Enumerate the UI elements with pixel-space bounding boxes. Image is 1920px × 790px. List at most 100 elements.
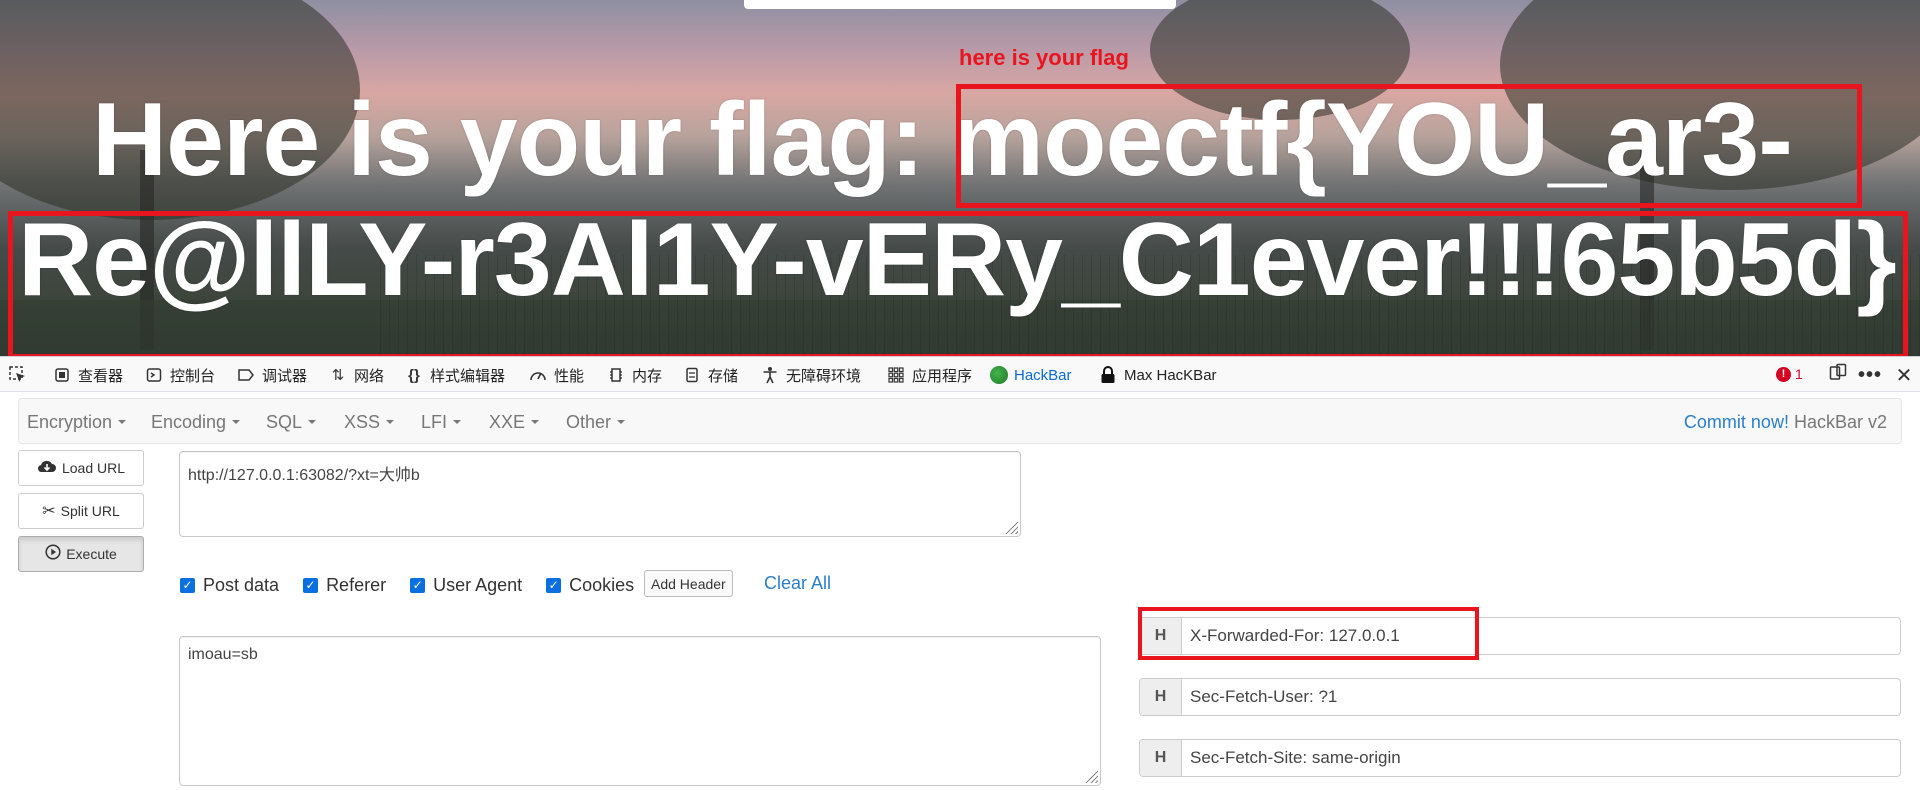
more-options-button[interactable]: ••• bbox=[1858, 363, 1882, 387]
split-url-button[interactable]: ✂ Split URL bbox=[18, 493, 144, 529]
menu-label: Encoding bbox=[151, 411, 227, 432]
close-icon: ✕ bbox=[1895, 364, 1913, 387]
request-options: ✓ Post data ✓ Referer ✓ User Agent ✓ Cookies bbox=[180, 572, 658, 598]
scissors-icon: ✂ bbox=[42, 503, 56, 520]
menu-label: LFI bbox=[421, 411, 448, 432]
resize-grip-icon[interactable] bbox=[1084, 769, 1098, 783]
red-highlight-box bbox=[956, 84, 1862, 208]
checkbox-label: Cookies bbox=[569, 574, 635, 595]
post-body-textarea[interactable]: imoau=sb bbox=[179, 636, 1101, 786]
hackbar-icon bbox=[990, 366, 1008, 384]
devtools-tab-inspector[interactable]: 查看器 bbox=[52, 357, 123, 393]
menu-label: XXE bbox=[489, 411, 526, 432]
tab-label: 内存 bbox=[632, 367, 663, 385]
post-body-value: imoau=sb bbox=[188, 646, 258, 663]
application-icon bbox=[886, 365, 906, 385]
tab-label: 存储 bbox=[708, 367, 739, 385]
referer-checkbox[interactable]: ✓ Referer bbox=[303, 575, 386, 596]
checkmark-icon: ✓ bbox=[303, 577, 319, 593]
caret-down-icon bbox=[118, 420, 127, 424]
error-icon: ! bbox=[1776, 366, 1791, 382]
devtools-tab-performance[interactable]: 性能 bbox=[528, 357, 584, 393]
tab-label: 网络 bbox=[354, 367, 385, 385]
element-picker-button[interactable] bbox=[8, 357, 28, 393]
checkmark-icon: ✓ bbox=[546, 577, 562, 593]
tab-label: 调试器 bbox=[262, 367, 308, 385]
devtools-tab-network[interactable]: ⇅ 网络 bbox=[328, 357, 384, 393]
memory-icon bbox=[606, 365, 626, 385]
error-count: 1 bbox=[1795, 366, 1803, 382]
hackbar-panel: Encryption Encoding SQL XSS LFI XXE Othe… bbox=[0, 392, 1920, 790]
storage-icon bbox=[682, 365, 702, 385]
menu-label: Other bbox=[566, 411, 612, 432]
menu-label: XSS bbox=[344, 411, 381, 432]
close-devtools-button[interactable]: ✕ bbox=[1892, 363, 1916, 387]
commit-now-link[interactable]: Commit now! bbox=[1684, 412, 1789, 433]
menu-xxe[interactable]: XXE bbox=[489, 399, 540, 445]
url-value: http://127.0.0.1:63082/?xt=大帅b bbox=[188, 467, 420, 484]
caret-down-icon bbox=[531, 420, 540, 424]
performance-icon bbox=[528, 365, 548, 385]
caret-down-icon bbox=[617, 420, 626, 424]
tab-label: 样式编辑器 bbox=[430, 367, 506, 385]
add-header-button[interactable]: Add Header bbox=[644, 570, 733, 597]
execute-button[interactable]: Execute bbox=[18, 536, 144, 572]
max-hackbar-icon bbox=[1098, 365, 1118, 385]
devtools-tab-debugger[interactable]: 调试器 bbox=[236, 357, 307, 393]
devtools-tab-style-editor[interactable]: {} 样式编辑器 bbox=[404, 357, 505, 393]
devtools-tab-max-hackbar[interactable]: Max HacKBar bbox=[1098, 357, 1217, 393]
play-circle-icon bbox=[45, 543, 61, 565]
devtools-tab-accessibility[interactable]: 无障碍环境 bbox=[760, 357, 861, 393]
caret-down-icon bbox=[232, 420, 241, 424]
tab-label: 无障碍环境 bbox=[786, 367, 862, 385]
page-top-element bbox=[744, 0, 1176, 9]
tab-label: 查看器 bbox=[78, 367, 124, 385]
devtools-tab-hackbar[interactable]: HackBar bbox=[990, 357, 1072, 393]
header-tag[interactable]: H bbox=[1140, 740, 1182, 776]
caret-down-icon bbox=[386, 420, 395, 424]
responsive-design-icon bbox=[1829, 363, 1847, 387]
caret-down-icon bbox=[453, 420, 462, 424]
tab-label: 控制台 bbox=[170, 367, 216, 385]
devtools-tab-console[interactable]: 控制台 bbox=[144, 357, 215, 393]
checkmark-icon: ✓ bbox=[410, 577, 426, 593]
menu-label: SQL bbox=[266, 411, 303, 432]
menu-xss[interactable]: XSS bbox=[344, 399, 395, 445]
tab-label: HackBar bbox=[1014, 366, 1072, 384]
header-value-input[interactable]: Sec-Fetch-User: ?1 bbox=[1182, 679, 1337, 715]
menu-encoding[interactable]: Encoding bbox=[151, 399, 241, 445]
cookies-checkbox[interactable]: ✓ Cookies bbox=[546, 575, 634, 596]
network-icon: ⇅ bbox=[331, 367, 345, 384]
accessibility-icon bbox=[760, 365, 780, 385]
devtools-tab-application[interactable]: 应用程序 bbox=[886, 357, 972, 393]
menu-other[interactable]: Other bbox=[566, 399, 626, 445]
load-url-button[interactable]: Load URL bbox=[18, 450, 144, 486]
devtools-tab-storage[interactable]: 存储 bbox=[682, 357, 738, 393]
tab-label: 性能 bbox=[554, 367, 585, 385]
cursor-picker-icon bbox=[8, 365, 28, 385]
clear-all-link[interactable]: Clear All bbox=[764, 573, 831, 594]
page-viewport: here is your flag Here is your flag: moe… bbox=[0, 0, 1920, 356]
hackbar-version: HackBar v2 bbox=[1793, 411, 1887, 432]
header-row: H Sec-Fetch-Site: same-origin bbox=[1139, 739, 1901, 777]
header-value-input[interactable]: Sec-Fetch-Site: same-origin bbox=[1182, 740, 1401, 776]
inspector-icon bbox=[52, 365, 72, 385]
post-data-checkbox[interactable]: ✓ Post data bbox=[180, 575, 279, 596]
menu-lfi[interactable]: LFI bbox=[421, 399, 462, 445]
error-count-badge[interactable]: ! 1 bbox=[1776, 366, 1803, 382]
devtools-tab-memory[interactable]: 内存 bbox=[606, 357, 662, 393]
menu-sql[interactable]: SQL bbox=[266, 399, 317, 445]
debugger-icon bbox=[236, 365, 256, 385]
menu-encryption[interactable]: Encryption bbox=[27, 399, 127, 445]
red-annotation-text: here is your flag bbox=[959, 45, 1129, 70]
resize-grip-icon[interactable] bbox=[1004, 520, 1018, 534]
user-agent-checkbox[interactable]: ✓ User Agent bbox=[410, 575, 522, 596]
checkbox-label: Post data bbox=[203, 574, 280, 595]
header-tag[interactable]: H bbox=[1140, 679, 1182, 715]
caret-down-icon bbox=[308, 420, 317, 424]
console-icon bbox=[144, 365, 164, 385]
responsive-design-button[interactable] bbox=[1826, 363, 1850, 387]
menu-label: Encryption bbox=[27, 411, 113, 432]
url-textarea[interactable]: http://127.0.0.1:63082/?xt=大帅b bbox=[179, 451, 1021, 537]
checkbox-label: Referer bbox=[326, 574, 387, 595]
